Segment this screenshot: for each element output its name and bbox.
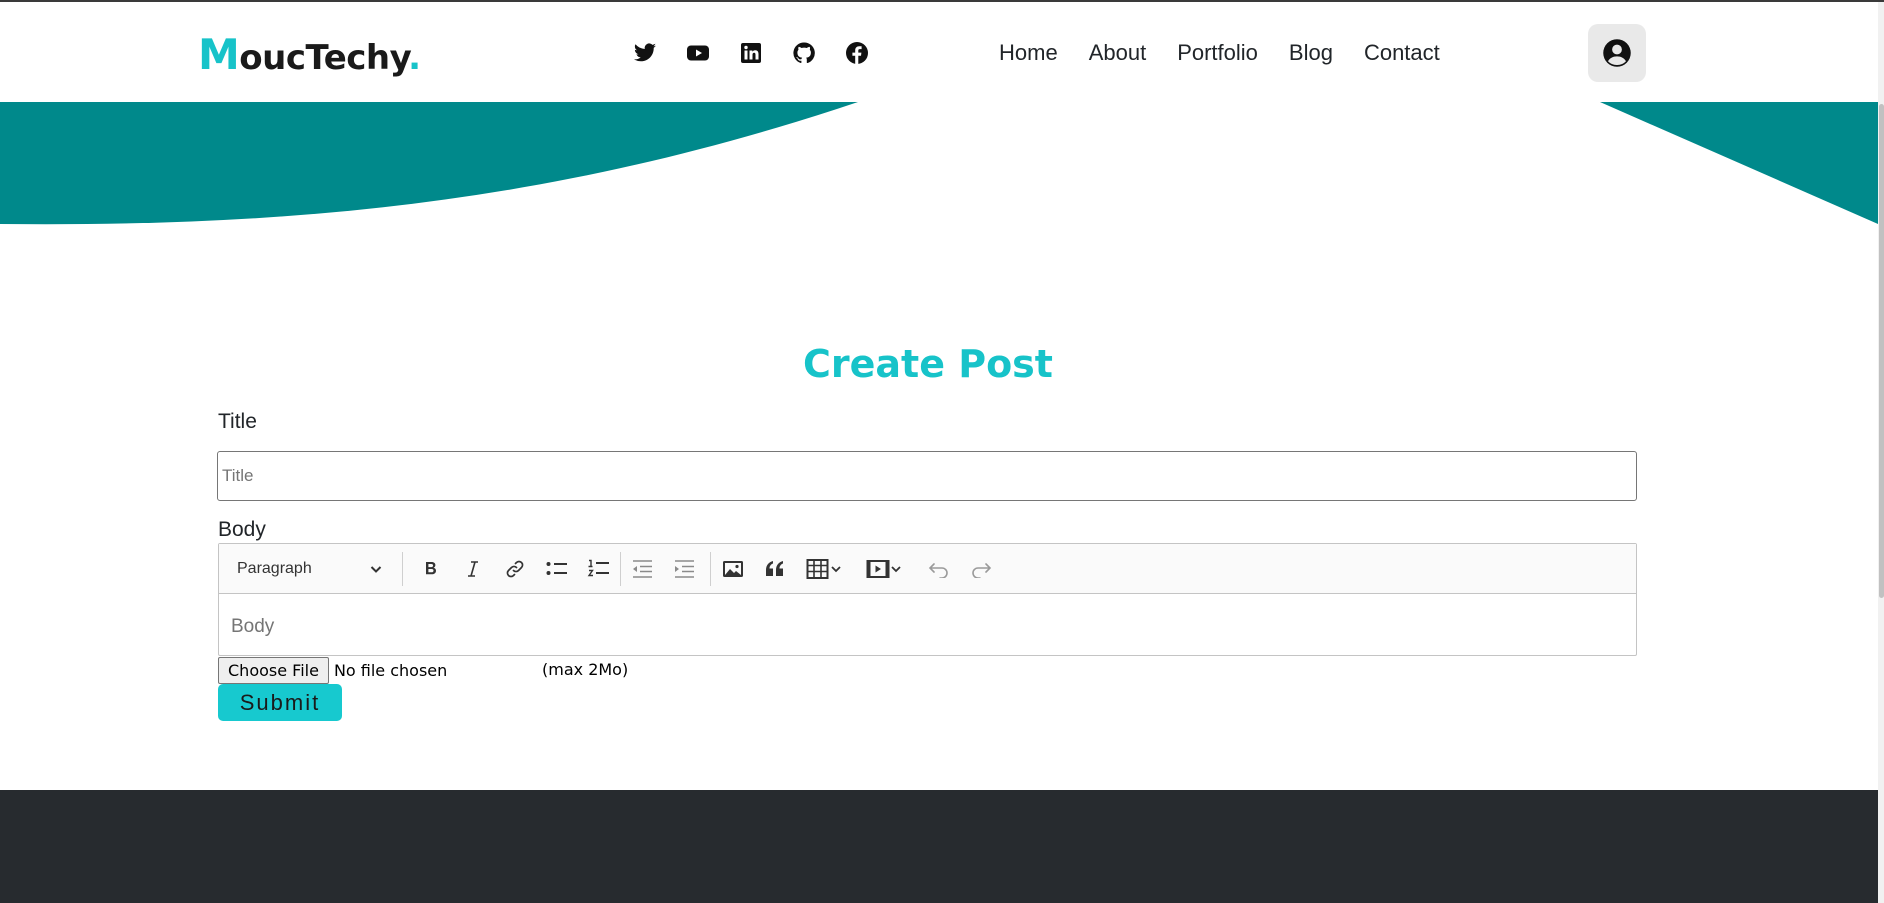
nav-about[interactable]: About — [1089, 40, 1147, 66]
editor-toolbar: Paragraph — [219, 544, 1636, 594]
body-label: Body — [218, 518, 266, 541]
file-upload: Choose File No file chosen — [218, 657, 447, 684]
italic-icon[interactable] — [455, 554, 491, 584]
social-links — [632, 40, 869, 66]
nav-blog[interactable]: Blog — [1289, 40, 1333, 66]
logo-initial: M — [198, 30, 240, 79]
numbered-list-icon[interactable] — [581, 554, 617, 584]
page-title: Create Post — [803, 342, 1053, 386]
linkedin-icon[interactable] — [738, 41, 763, 66]
chevron-down-icon — [370, 566, 382, 573]
outdent-icon[interactable] — [624, 554, 660, 584]
table-icon[interactable] — [799, 554, 849, 584]
file-status-text: No file chosen — [333, 661, 448, 680]
heading-format-dropdown[interactable]: Paragraph — [229, 554, 389, 584]
site-header: MoucTechy. Home About Portfolio Blog Con… — [0, 2, 1878, 102]
toolbar-separator — [620, 552, 621, 586]
nav-portfolio[interactable]: Portfolio — [1177, 40, 1258, 66]
rich-text-editor: Paragraph Body — [218, 543, 1637, 656]
file-size-hint: (max 2Mo) — [542, 660, 629, 679]
logo-text: oucTechy — [239, 38, 409, 78]
heading-format-value: Paragraph — [237, 560, 312, 577]
indent-icon[interactable] — [666, 554, 702, 584]
redo-icon[interactable] — [963, 554, 999, 584]
nav-contact[interactable]: Contact — [1364, 40, 1440, 66]
user-menu-button[interactable] — [1588, 24, 1646, 82]
submit-button[interactable]: Submit — [218, 684, 342, 721]
link-icon[interactable] — [497, 554, 533, 584]
bold-icon[interactable] — [413, 554, 449, 584]
media-icon[interactable] — [859, 554, 909, 584]
youtube-icon[interactable] — [685, 41, 710, 66]
undo-icon[interactable] — [921, 554, 957, 584]
logo-dot: . — [408, 38, 421, 78]
bulleted-list-icon[interactable] — [539, 554, 575, 584]
github-icon[interactable] — [791, 41, 816, 66]
chevron-down-icon — [831, 566, 841, 573]
twitter-icon[interactable] — [632, 41, 657, 66]
site-logo[interactable]: MoucTechy. — [198, 30, 421, 79]
user-circle-icon — [1603, 39, 1631, 67]
toolbar-separator — [710, 552, 711, 586]
title-input[interactable] — [217, 451, 1637, 501]
site-footer — [0, 790, 1878, 903]
image-icon[interactable] — [715, 554, 751, 584]
blockquote-icon[interactable] — [757, 554, 793, 584]
nav-home[interactable]: Home — [999, 40, 1058, 66]
toolbar-separator — [402, 552, 403, 586]
choose-file-button[interactable]: Choose File — [218, 657, 329, 684]
facebook-icon[interactable] — [844, 41, 869, 66]
scrollbar-thumb[interactable] — [1879, 104, 1884, 598]
chevron-down-icon — [891, 566, 901, 573]
editor-content-area[interactable]: Body — [219, 594, 1636, 638]
main-nav: Home About Portfolio Blog Contact — [999, 40, 1440, 66]
header-wave-decoration — [0, 102, 1878, 225]
title-label: Title — [218, 410, 257, 433]
